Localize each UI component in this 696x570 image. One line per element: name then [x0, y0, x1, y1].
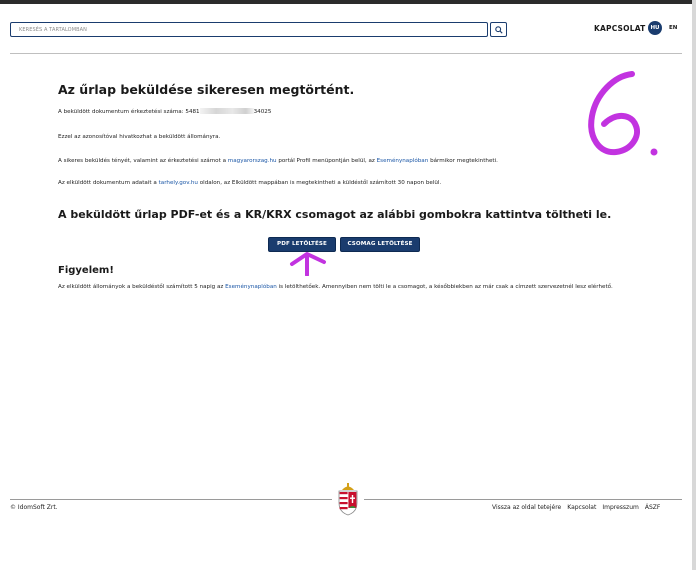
magyarorszag-link[interactable]: magyarorszag.hu — [228, 158, 277, 164]
download-title: A beküldött űrlap PDF-et és a KR/KRX cso… — [58, 208, 612, 221]
back-to-top-link[interactable]: Vissza az oldal tetejére — [492, 504, 561, 511]
search-icon — [495, 26, 503, 34]
warning-text: Az elküldött állományok a beküldéstől sz… — [58, 284, 613, 290]
package-download-button[interactable]: CSOMAG LETÖLTÉSE — [340, 237, 420, 252]
footer-divider-right — [364, 499, 682, 500]
header-divider — [10, 53, 682, 54]
footer-links: Vissza az oldal tetejére Kapcsolat Impress… — [492, 504, 660, 511]
profile-info-text: A sikeres beküldés tényét, valamint az é… — [58, 158, 498, 164]
footer-divider-left — [10, 499, 332, 500]
search-input[interactable]: KERESÉS A TARTALOMBAN — [10, 22, 488, 37]
event-log-link[interactable]: Eseménynaplóban — [377, 158, 429, 164]
event-log-link-2[interactable]: Eseménynaplóban — [225, 284, 277, 290]
warning-title: Figyelem! — [58, 265, 114, 276]
handwritten-step-six-annotation — [588, 71, 658, 156]
language-en-button[interactable]: EN — [669, 25, 677, 31]
language-hu-button[interactable]: HU — [648, 21, 662, 35]
registry-number-text: A beküldött dokumentum érkeztetési száma… — [58, 108, 272, 115]
window-top-edge — [0, 0, 696, 4]
window-scrollbar[interactable] — [692, 0, 696, 570]
copyright-text: © IdomSoft Zrt. — [10, 504, 58, 511]
success-title: Az űrlap beküldése sikeresen megtörtént. — [58, 82, 355, 97]
reference-text: Ezzel az azonosítóval hivatkozhat a bekü… — [58, 134, 221, 140]
storage-info-text: Az elküldött dokumentum adatait a tarhel… — [58, 180, 442, 186]
hungarian-coat-of-arms-icon — [338, 483, 358, 516]
footer-contact-link[interactable]: Kapcsolat — [567, 504, 596, 511]
impressum-link[interactable]: Impresszum — [602, 504, 639, 511]
contact-link[interactable]: KAPCSOLAT — [594, 24, 645, 33]
terms-link[interactable]: ÁSZF — [645, 504, 660, 511]
redacted-region — [199, 108, 254, 114]
search-button[interactable] — [490, 22, 507, 37]
handwritten-arrow-annotation — [290, 252, 326, 276]
tarhely-link[interactable]: tarhely.gov.hu — [159, 180, 198, 186]
